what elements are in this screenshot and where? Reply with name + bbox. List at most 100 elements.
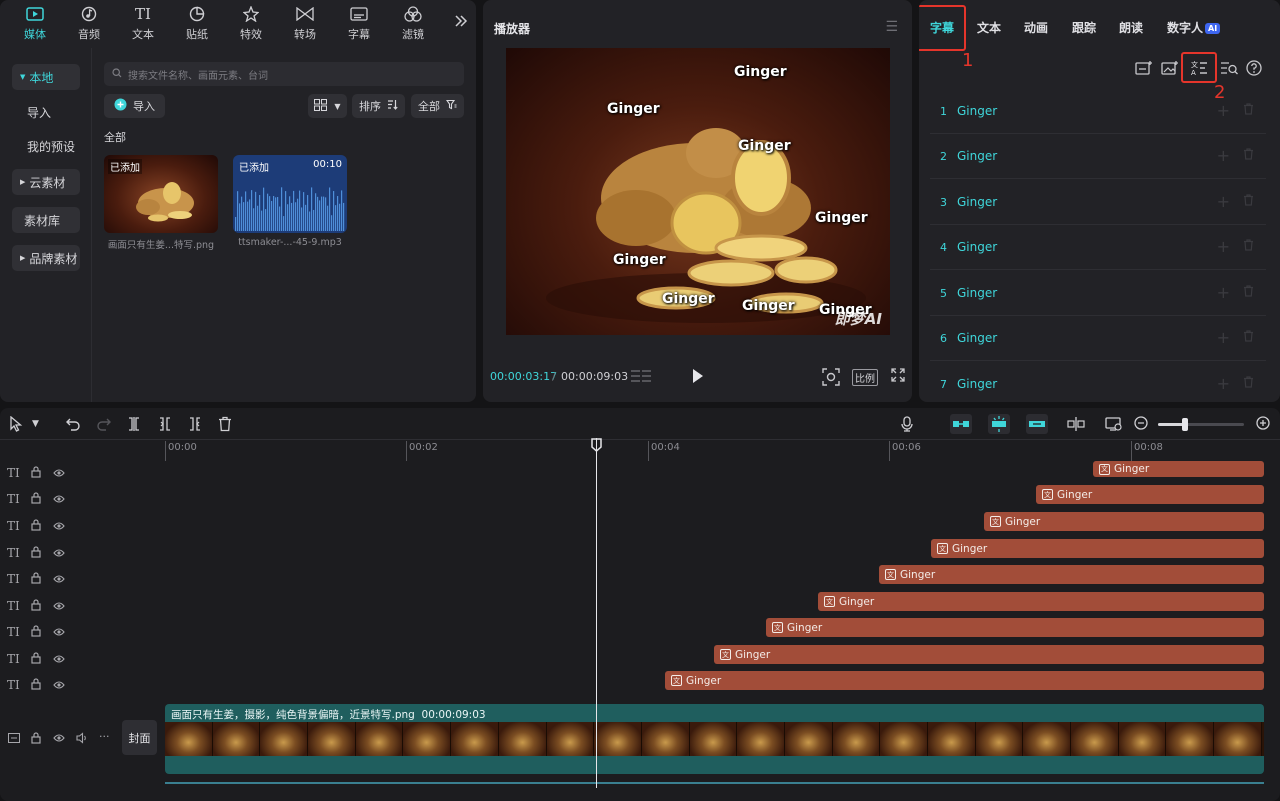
subtitle-overlay[interactable]: Ginger <box>607 101 660 117</box>
trash-icon[interactable] <box>1243 285 1254 300</box>
cover-button[interactable]: 封面 <box>122 720 157 755</box>
auto-align-icon[interactable] <box>1026 414 1048 437</box>
text-clip[interactable]: 文 Ginger <box>1036 485 1264 504</box>
add-caption-icon[interactable] <box>1135 60 1153 79</box>
fullscreen-icon[interactable] <box>891 368 905 385</box>
tab-text[interactable]: 文本 <box>977 19 1001 36</box>
add-icon[interactable]: + <box>1217 192 1230 211</box>
add-icon[interactable]: + <box>1217 374 1230 393</box>
subtitle-overlay[interactable]: Ginger <box>742 298 795 314</box>
double-chevron-right-icon[interactable] <box>454 14 468 31</box>
sidebar-item-library[interactable]: 素材库 <box>12 207 80 233</box>
subtitle-row[interactable]: 1 Ginger + <box>930 89 1266 134</box>
trash-icon[interactable] <box>1243 330 1254 345</box>
subtitle-row[interactable]: 2 Ginger + <box>930 134 1266 179</box>
volume-icon[interactable] <box>76 732 88 747</box>
add-icon[interactable]: + <box>1217 283 1230 302</box>
sort-button[interactable]: 排序 <box>352 94 405 118</box>
zoom-out-icon[interactable] <box>1134 416 1148 433</box>
view-mode-button[interactable]: ▼ <box>308 94 347 118</box>
media-search-input[interactable]: 搜索文件名称、画面元素、台词 <box>104 62 464 86</box>
timeline-ruler[interactable]: 00:00 00:02 00:04 00:06 00:08 <box>165 441 1280 461</box>
eye-icon[interactable] <box>53 548 65 561</box>
subtitle-text[interactable]: Ginger <box>957 104 997 118</box>
subtitle-text[interactable]: Ginger <box>957 149 997 163</box>
split-icon[interactable] <box>127 416 141 435</box>
subtitle-row[interactable]: 7 Ginger + <box>930 362 1266 402</box>
tab-filter[interactable]: 滤镜 <box>386 0 440 46</box>
subtitle-text[interactable]: Ginger <box>957 240 997 254</box>
lock-icon[interactable] <box>31 625 41 640</box>
tab-digital-human[interactable]: 数字人 AI <box>1167 19 1221 36</box>
lock-icon[interactable] <box>31 678 41 693</box>
text-clip[interactable]: 文 Ginger <box>879 565 1264 584</box>
sidebar-item-import[interactable]: 导入 <box>12 99 80 125</box>
zoom-slider-handle[interactable] <box>1182 418 1188 431</box>
trash-icon[interactable] <box>1243 194 1254 209</box>
subtitle-row[interactable]: 5 Ginger + <box>930 271 1266 316</box>
help-icon[interactable] <box>1246 60 1262 79</box>
delete-icon[interactable] <box>218 416 232 435</box>
fit-view-icon[interactable] <box>822 368 840 389</box>
play-icon[interactable] <box>691 368 705 387</box>
playhead-line[interactable] <box>596 438 597 788</box>
sidebar-item-cloud[interactable]: ▶ 云素材 <box>12 169 80 195</box>
trash-icon[interactable] <box>1243 376 1254 391</box>
track-video-icon[interactable] <box>8 733 20 746</box>
eye-icon[interactable] <box>53 627 65 640</box>
main-video-clip[interactable]: 画面只有生姜，摄影，纯色背景偏暗，近景特写.png 00:00:09:03 <box>165 704 1264 774</box>
add-icon[interactable]: + <box>1217 146 1230 165</box>
import-button[interactable]: 导入 <box>104 94 165 118</box>
text-clip[interactable]: 文 Ginger <box>714 645 1264 664</box>
text-clip[interactable]: 文 Ginger <box>984 512 1264 531</box>
lock-icon[interactable] <box>31 492 41 507</box>
tab-effects[interactable]: 特效 <box>224 0 278 46</box>
zoom-in-icon[interactable] <box>1256 416 1270 433</box>
lock-icon[interactable] <box>31 546 41 561</box>
select-cursor-icon[interactable] <box>9 415 23 435</box>
video-preview[interactable]: Ginger Ginger Ginger Ginger Ginger Ginge… <box>506 48 890 335</box>
redo-icon[interactable] <box>96 416 112 435</box>
subtitle-overlay[interactable]: Ginger <box>662 291 715 307</box>
subtitle-text[interactable]: Ginger <box>957 377 997 391</box>
lock-icon[interactable] <box>31 572 41 587</box>
eye-icon[interactable] <box>53 601 65 614</box>
tab-transition[interactable]: 转场 <box>278 0 332 46</box>
subtitle-overlay[interactable]: Ginger <box>734 64 787 80</box>
add-icon[interactable]: + <box>1217 101 1230 120</box>
media-item-image[interactable]: 已添加 <box>104 155 218 233</box>
trash-icon[interactable] <box>1243 239 1254 254</box>
subtitle-overlay[interactable]: Ginger <box>815 210 868 226</box>
menu-icon[interactable]: ☰ <box>885 19 898 35</box>
tab-text[interactable]: TI 文本 <box>116 0 170 46</box>
trash-icon[interactable] <box>1243 103 1254 118</box>
subtitle-text[interactable]: Ginger <box>957 331 997 345</box>
subtitle-text[interactable]: Ginger <box>957 286 997 300</box>
tab-subtitle[interactable]: 字幕 <box>332 0 386 46</box>
sidebar-item-brand[interactable]: ▶ 品牌素材 <box>12 245 80 271</box>
eye-icon[interactable] <box>53 468 65 481</box>
eye-icon[interactable] <box>53 574 65 587</box>
split-left-icon[interactable] <box>158 416 172 435</box>
subtitle-overlay[interactable]: Ginger <box>613 252 666 268</box>
tab-read-aloud[interactable]: 朗读 <box>1119 19 1143 36</box>
split-right-icon[interactable] <box>188 416 202 435</box>
tab-animation[interactable]: 动画 <box>1024 19 1048 36</box>
text-clip[interactable]: 文 Ginger <box>818 592 1264 611</box>
screen-preview-icon[interactable] <box>1105 416 1123 435</box>
more-icon[interactable]: ··· <box>99 730 110 743</box>
timecode-grid-icon[interactable] <box>631 368 651 387</box>
subtitle-row[interactable]: 6 Ginger + <box>930 316 1266 361</box>
eye-icon[interactable] <box>53 654 65 667</box>
snap-icon[interactable] <box>988 414 1010 437</box>
eye-icon[interactable] <box>53 494 65 507</box>
eye-icon[interactable] <box>53 521 65 534</box>
subtitle-row[interactable]: 3 Ginger + <box>930 180 1266 225</box>
text-clip[interactable]: 文 Ginger <box>931 539 1264 558</box>
lock-icon[interactable] <box>31 599 41 614</box>
trash-icon[interactable] <box>1243 148 1254 163</box>
microphone-icon[interactable] <box>901 416 913 435</box>
add-icon[interactable]: + <box>1217 328 1230 347</box>
sidebar-item-local[interactable]: ▼ 本地 <box>12 64 80 90</box>
chevron-down-icon[interactable]: ▼ <box>32 419 39 429</box>
